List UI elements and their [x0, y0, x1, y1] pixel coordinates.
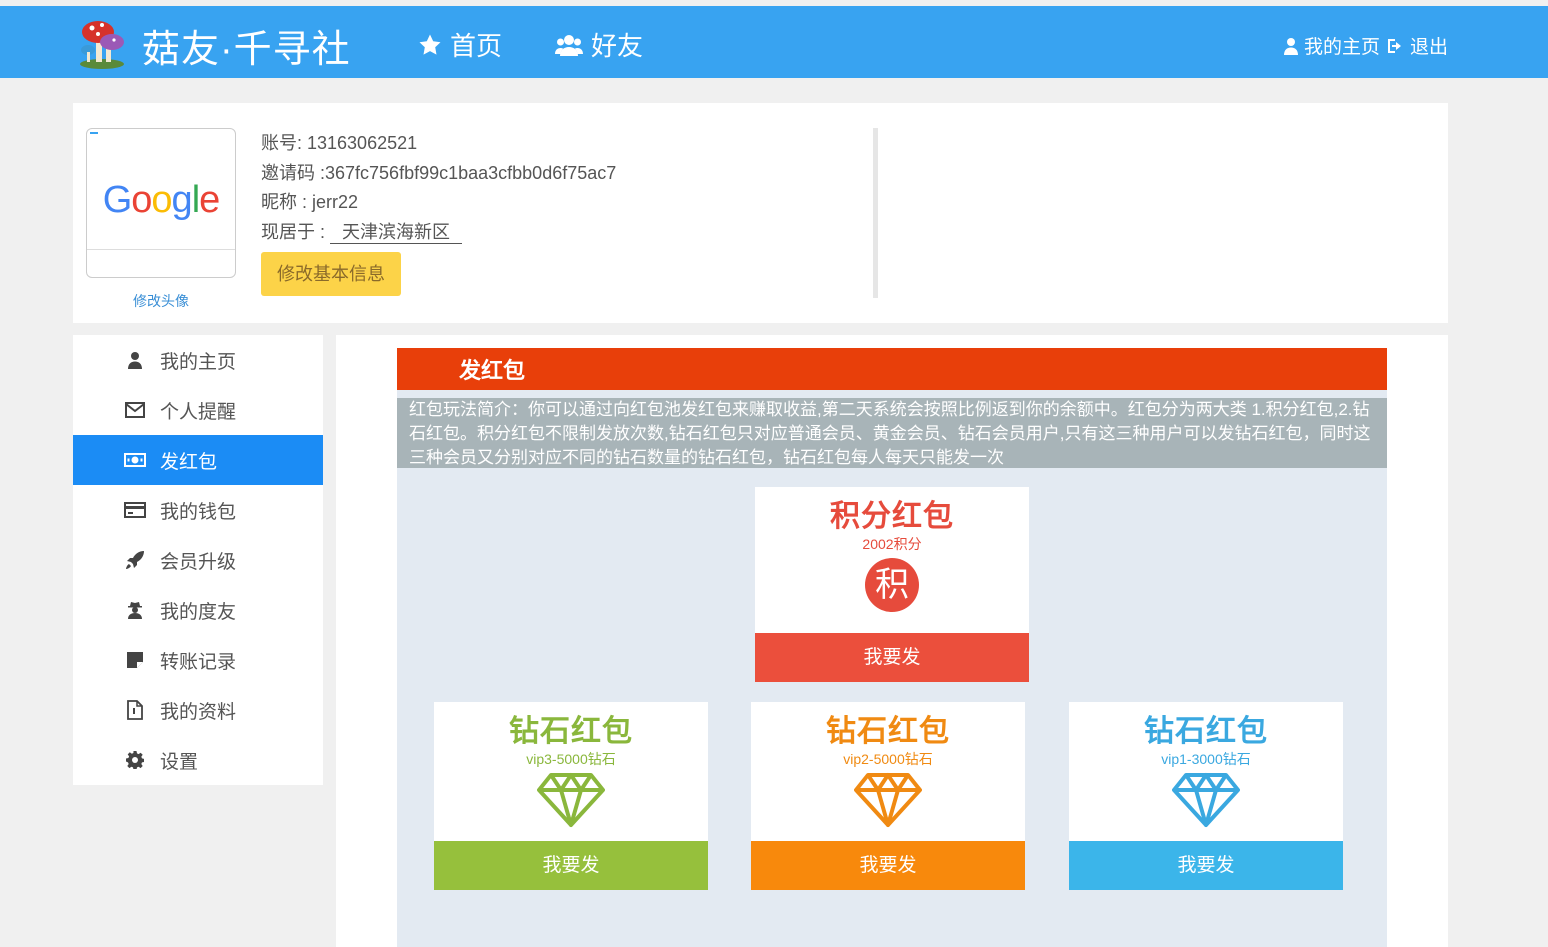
top-navbar: 菇友·千寻社 首页 好友 我的主页 退出	[0, 6, 1548, 78]
file-icon	[124, 699, 146, 721]
diamond-icon	[1172, 773, 1240, 827]
diamond-redpacket-card-vip2: 钻石红包 vip2-5000钻石 我要发	[751, 702, 1025, 890]
avatar-divider	[87, 249, 235, 250]
sidebar-item-label: 发红包	[160, 451, 218, 473]
card-title: 钻石红包	[1144, 715, 1268, 748]
user-secret-icon	[124, 599, 146, 621]
sidebar-item-friends[interactable]: 我的度友	[73, 585, 323, 635]
avatar-corner-mark	[90, 132, 98, 134]
points-badge-icon: 积	[865, 558, 919, 612]
diamond-icon	[537, 773, 605, 827]
my-home-link[interactable]: 我的主页	[1304, 32, 1380, 59]
users-icon	[555, 34, 583, 56]
sidebar-item-upgrade[interactable]: 会员升级	[73, 535, 323, 585]
sidebar-item-settings[interactable]: 设置	[73, 735, 323, 785]
avatar-google-logo: Google	[102, 179, 221, 221]
profile-card: Google 修改头像 账号: 13163062521 邀请码 :367fc75…	[73, 103, 1448, 323]
location-label: 现居于 :	[261, 221, 326, 242]
credit-card-icon	[124, 499, 146, 521]
sidebar-item-label: 我的度友	[160, 601, 237, 623]
profile-divider	[873, 128, 878, 298]
money-icon	[124, 449, 146, 471]
sidebar-item-my-home[interactable]: 我的主页	[73, 335, 323, 385]
sidebar-item-label: 个人提醒	[160, 401, 237, 423]
nav-home[interactable]: 首页	[418, 26, 502, 63]
sidebar: 我的主页 个人提醒 发红包 我的钱包 会员升级 我的度友 转账记录 我的资料 设…	[73, 335, 323, 785]
user-icon	[1283, 37, 1298, 55]
avatar[interactable]: Google	[86, 128, 236, 278]
sidebar-item-label: 我的钱包	[160, 501, 237, 523]
star-icon	[419, 34, 441, 55]
sidebar-item-label: 设置	[160, 751, 199, 773]
card-title: 钻石红包	[509, 715, 633, 748]
card-title: 钻石红包	[826, 715, 950, 748]
envelope-icon	[124, 399, 146, 421]
top-right-links: 我的主页 退出	[1283, 32, 1448, 59]
card-subtitle: vip2-5000钻石	[843, 751, 933, 767]
sticky-note-icon	[124, 649, 146, 671]
card-subtitle: vip1-3000钻石	[1161, 751, 1251, 767]
sidebar-item-send-redpacket[interactable]: 发红包	[73, 435, 323, 485]
nav-home-label: 首页	[450, 31, 503, 61]
sidebar-item-label: 转账记录	[160, 651, 237, 673]
sidebar-item-reminders[interactable]: 个人提醒	[73, 385, 323, 435]
logout-link[interactable]: 退出	[1410, 32, 1448, 59]
redpacket-panel: 发红包 红包玩法简介：你可以通过向红包池发红包来赚取收益,第二天系统会按照比例返…	[397, 348, 1387, 947]
brand-name[interactable]: 菇友·千寻社	[142, 18, 351, 73]
location-row: 现居于 : 天津滨海新区	[261, 218, 616, 248]
sidebar-item-label: 我的资料	[160, 701, 237, 723]
account-number: 账号: 13163062521	[261, 133, 418, 153]
rocket-icon	[124, 549, 146, 571]
profile-info: 账号: 13163062521 邀请码 :367fc756fbf99c1baa3…	[261, 129, 616, 247]
mushroom-logo-icon[interactable]	[76, 14, 128, 70]
send-points-redpacket-button[interactable]: 我要发	[755, 633, 1029, 682]
change-avatar-link[interactable]: 修改头像	[86, 291, 236, 311]
card-title: 积分红包	[830, 500, 954, 533]
main-content: 发红包 红包玩法简介：你可以通过向红包池发红包来赚取收益,第二天系统会按照比例返…	[336, 335, 1448, 947]
sidebar-item-profile-data[interactable]: 我的资料	[73, 685, 323, 735]
sidebar-item-transfers[interactable]: 转账记录	[73, 635, 323, 685]
send-diamond-redpacket-button[interactable]: 我要发	[434, 841, 708, 890]
diamond-redpacket-card-vip1: 钻石红包 vip1-3000钻石 我要发	[1069, 702, 1343, 890]
diamond-redpacket-card-vip3: 钻石红包 vip3-5000钻石 我要发	[434, 702, 708, 890]
send-diamond-redpacket-button[interactable]: 我要发	[751, 841, 1025, 890]
nav-friends-label: 好友	[591, 31, 644, 61]
sidebar-item-wallet[interactable]: 我的钱包	[73, 485, 323, 535]
send-diamond-redpacket-button[interactable]: 我要发	[1069, 841, 1343, 890]
card-subtitle: 2002积分	[862, 536, 922, 552]
panel-title: 发红包	[397, 348, 1387, 390]
user-icon	[124, 349, 146, 371]
sidebar-item-label: 我的主页	[160, 351, 237, 373]
location-value: 天津滨海新区	[330, 221, 463, 244]
redpacket-intro: 红包玩法简介：你可以通过向红包池发红包来赚取收益,第二天系统会按照比例返到你的余…	[397, 398, 1387, 468]
sign-out-icon	[1387, 38, 1401, 53]
sidebar-item-label: 会员升级	[160, 551, 237, 573]
edit-profile-button[interactable]: 修改基本信息	[261, 252, 401, 296]
gear-icon	[124, 749, 146, 771]
nav-friends[interactable]: 好友	[555, 26, 643, 63]
card-subtitle: vip3-5000钻石	[526, 751, 616, 767]
invite-code: 邀请码 :367fc756fbf99c1baa3cfbb0d6f75ac7	[261, 162, 617, 183]
diamond-icon	[854, 773, 922, 827]
points-redpacket-card: 积分红包 2002积分 积 我要发	[755, 487, 1029, 682]
nickname: 昵称 : jerr22	[261, 192, 359, 212]
